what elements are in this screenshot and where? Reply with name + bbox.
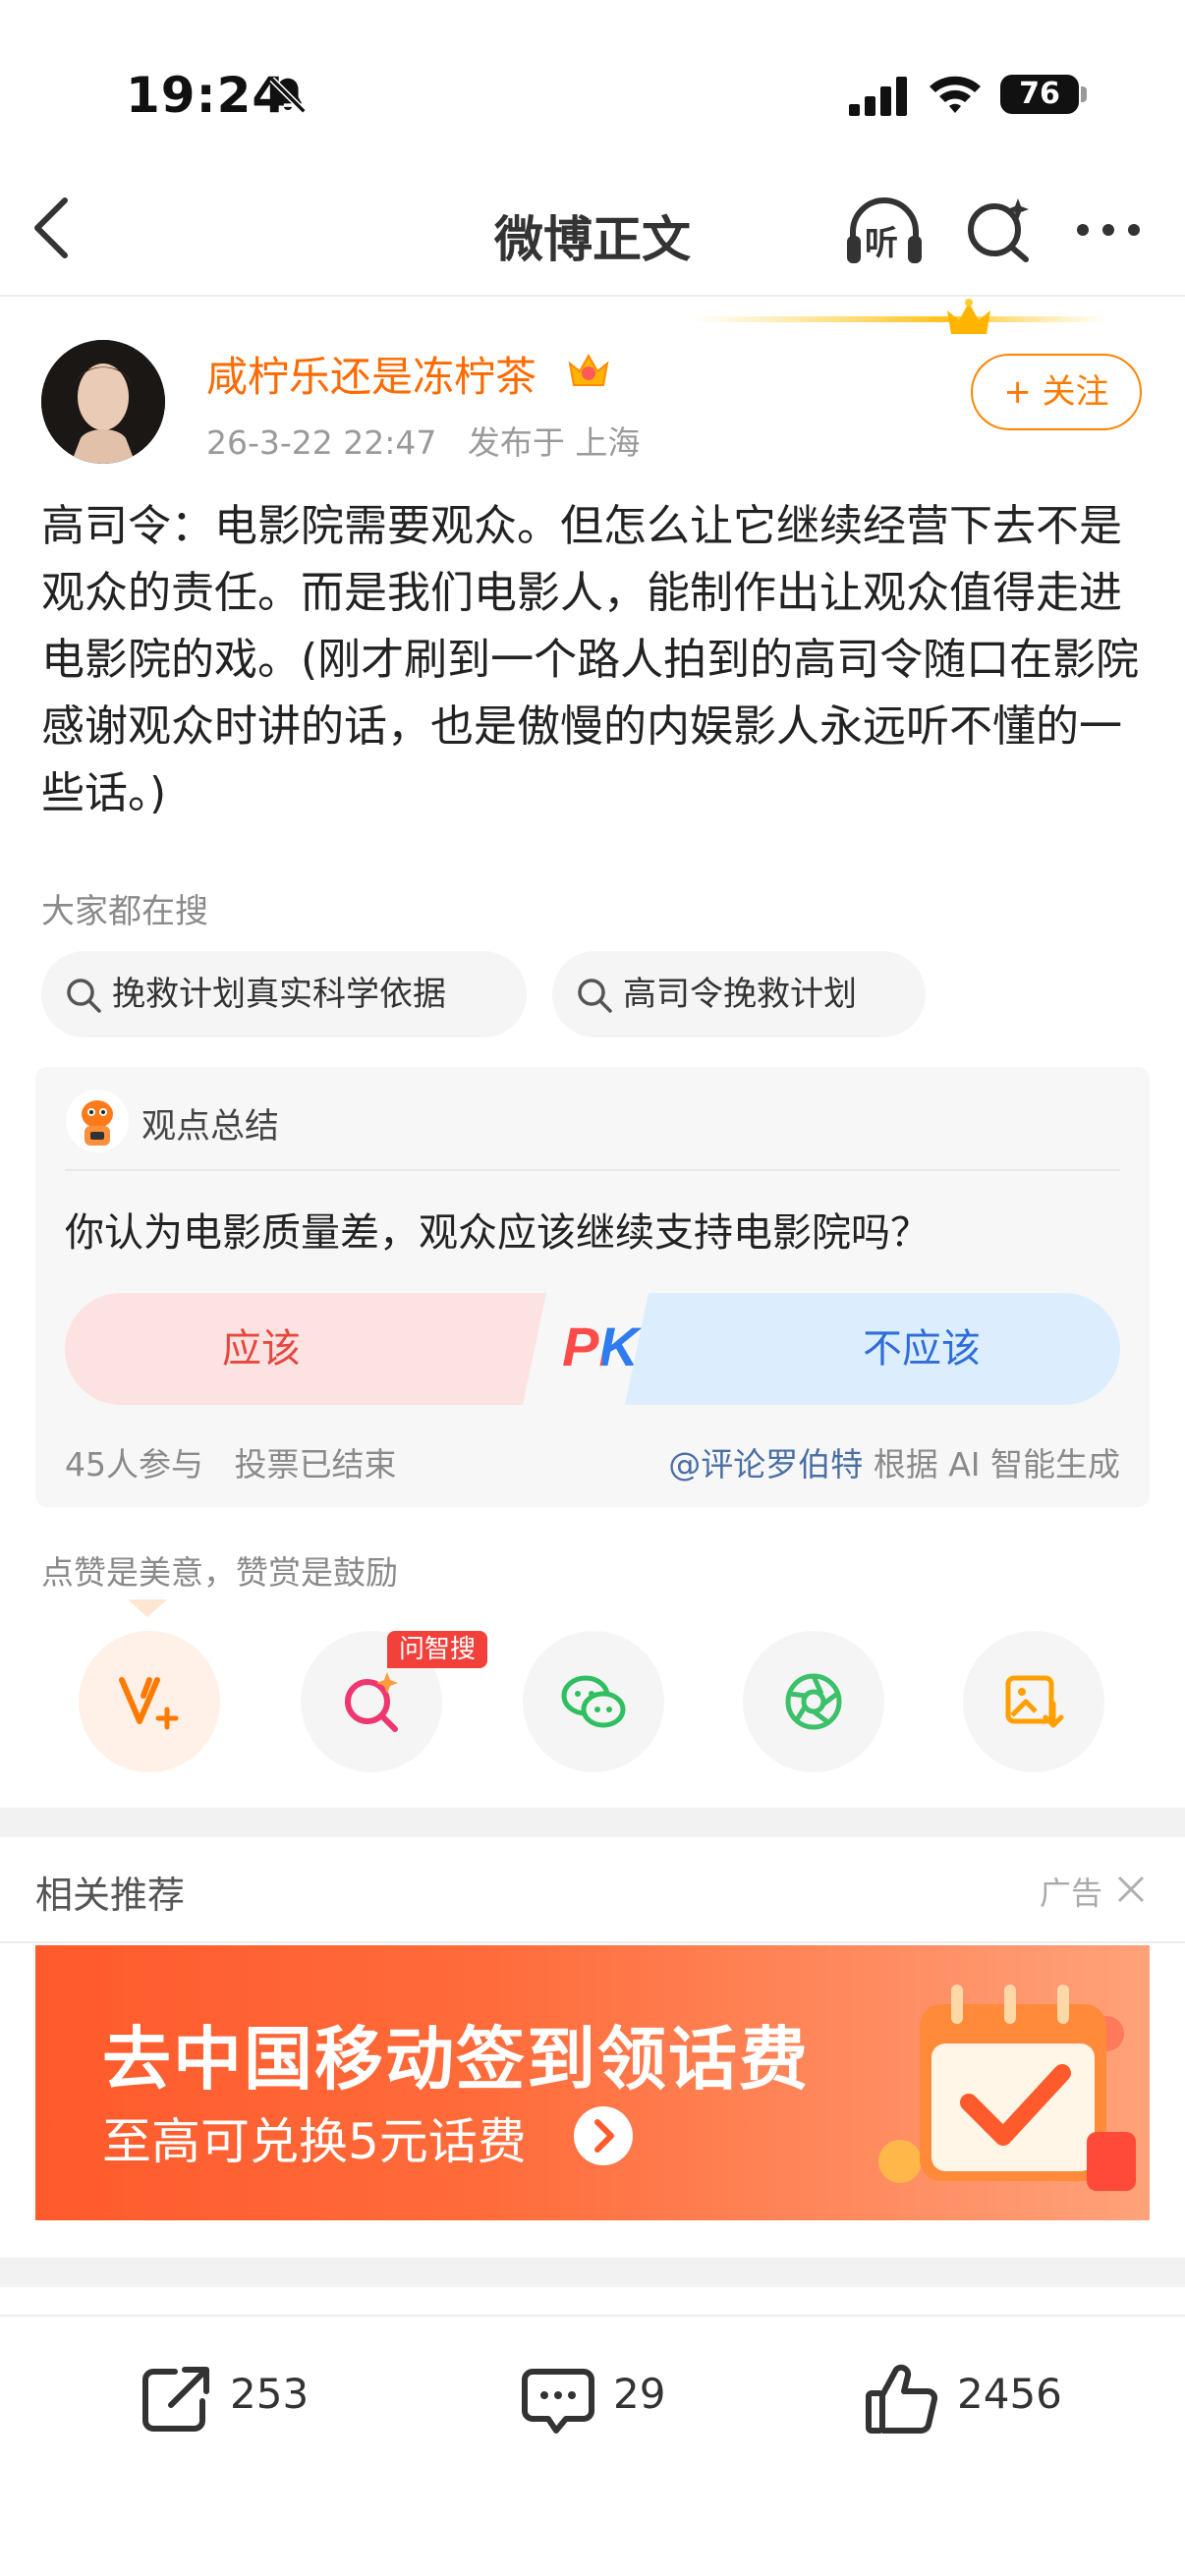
hot-search-chip[interactable]: 挽救计划真实科学依据: [41, 951, 527, 1037]
follow-button[interactable]: + 关注: [971, 354, 1142, 430]
nav-divider: [0, 295, 1185, 297]
ask-badge: 问智搜: [387, 1631, 488, 1668]
ad-banner[interactable]: 去中国移动签到领话费 至高可兑换5元话费: [35, 1945, 1150, 2220]
hot-search-title: 大家都在搜: [41, 892, 208, 931]
section-gap: [0, 1808, 1185, 1837]
arrow-right-icon: [574, 2106, 633, 2165]
poll-credit: @评论罗伯特 根据 AI 智能生成: [668, 1438, 1120, 1485]
wifi-icon: [930, 76, 981, 113]
hot-search-chip-label: 高司令挽救计划: [623, 975, 857, 1014]
poll-divider: [65, 1169, 1120, 1171]
post-text: 高司令：电影院需要观众。但怎么让它继续经营下去不是观众的责任。而是我们电影人，能…: [41, 501, 1140, 818]
post-location: 发布于 上海: [467, 423, 641, 462]
poll-option-yes-label: 应该: [222, 1326, 301, 1372]
hot-search-chip[interactable]: 高司令挽救计划: [552, 951, 926, 1037]
comment-icon: [522, 2369, 594, 2434]
battery-tip: [1081, 86, 1087, 102]
poll-stats: 45人参与 投票已结束: [65, 1438, 396, 1485]
repost-button[interactable]: 253: [136, 2356, 371, 2440]
like-button[interactable]: 2456: [863, 2356, 1138, 2440]
moments-icon: [785, 1673, 842, 1730]
search-icon: [578, 979, 612, 1013]
calendar-check-icon: [878, 1985, 1136, 2191]
close-icon[interactable]: [1116, 1875, 1146, 1904]
vip-badge-icon: [568, 353, 609, 386]
ai-search-icon: [345, 1672, 398, 1732]
save-image-button[interactable]: [963, 1631, 1104, 1772]
ad-divider: [0, 1941, 1185, 1943]
poll-no-edge: [625, 1293, 704, 1405]
bottom-divider: [0, 2315, 1185, 2317]
ad-label: 广告: [1040, 1875, 1103, 1912]
search-icon[interactable]: [965, 196, 1032, 263]
tip-pointer-icon: [128, 1599, 167, 1617]
status-time: 19:24: [126, 67, 288, 124]
hot-search-chip-label: 挽救计划真实科学依据: [112, 975, 446, 1014]
poll-participants: 45人参与: [65, 1445, 203, 1484]
comment-button[interactable]: 29: [519, 2356, 755, 2440]
listen-icon[interactable]: 听: [843, 193, 926, 269]
avatar[interactable]: [41, 340, 165, 464]
reward-button[interactable]: [79, 1631, 220, 1772]
poll-header: 观点总结: [141, 1107, 280, 1147]
section-gap: [0, 2258, 1185, 2287]
reward-v-plus-icon: [119, 1677, 179, 1730]
battery-indicator: 76: [1000, 75, 1079, 114]
ad-banner-subtitle: 至高可兑换5元话费: [102, 2113, 527, 2170]
related-title: 相关推荐: [35, 1874, 186, 1917]
poll-yes-edge: [468, 1293, 546, 1405]
ad-banner-title: 去中国移动签到领话费: [102, 2019, 810, 2100]
more-icon[interactable]: [1075, 216, 1142, 244]
save-image-icon: [1005, 1675, 1064, 1728]
repost-icon: [142, 2367, 209, 2432]
poll-card: 观点总结 你认为电影质量差，观众应该继续支持电影院吗？ 应该 PK PK 不应该…: [35, 1067, 1150, 1507]
post-meta: 26-3-22 22:47 发布于 上海: [206, 417, 640, 464]
crown-icon: [947, 299, 990, 334]
search-icon: [67, 979, 101, 1013]
poll-credit-link[interactable]: @评论罗伯特: [668, 1445, 863, 1484]
post-date: 26-3-22 22:47: [206, 423, 437, 462]
poll-option-no-label: 不应该: [863, 1326, 981, 1372]
comment-count: 29: [613, 2370, 666, 2418]
thumbs-up-icon: [866, 2364, 938, 2434]
repost-count: 253: [230, 2370, 310, 2418]
wechat-icon: [561, 1675, 626, 1728]
cellular-signal-icon: [849, 77, 907, 116]
decorative-line: [688, 316, 1110, 322]
like-count: 2456: [957, 2370, 1062, 2418]
author-name[interactable]: 咸柠乐还是冻柠茶: [206, 344, 536, 404]
wechat-share-button[interactable]: [523, 1631, 664, 1772]
bell-off-icon: [269, 77, 307, 114]
poll-credit-suffix: 根据 AI 智能生成: [863, 1445, 1120, 1484]
poll-status: 投票已结束: [234, 1445, 397, 1484]
moments-share-button[interactable]: [743, 1631, 884, 1772]
reward-tip: 点赞是美意，赞赏是鼓励: [41, 1553, 398, 1592]
mascot-icon: [66, 1090, 129, 1152]
poll-question: 你认为电影质量差，观众应该继续支持电影院吗？: [65, 1210, 930, 1256]
listen-label: 听: [865, 224, 898, 263]
